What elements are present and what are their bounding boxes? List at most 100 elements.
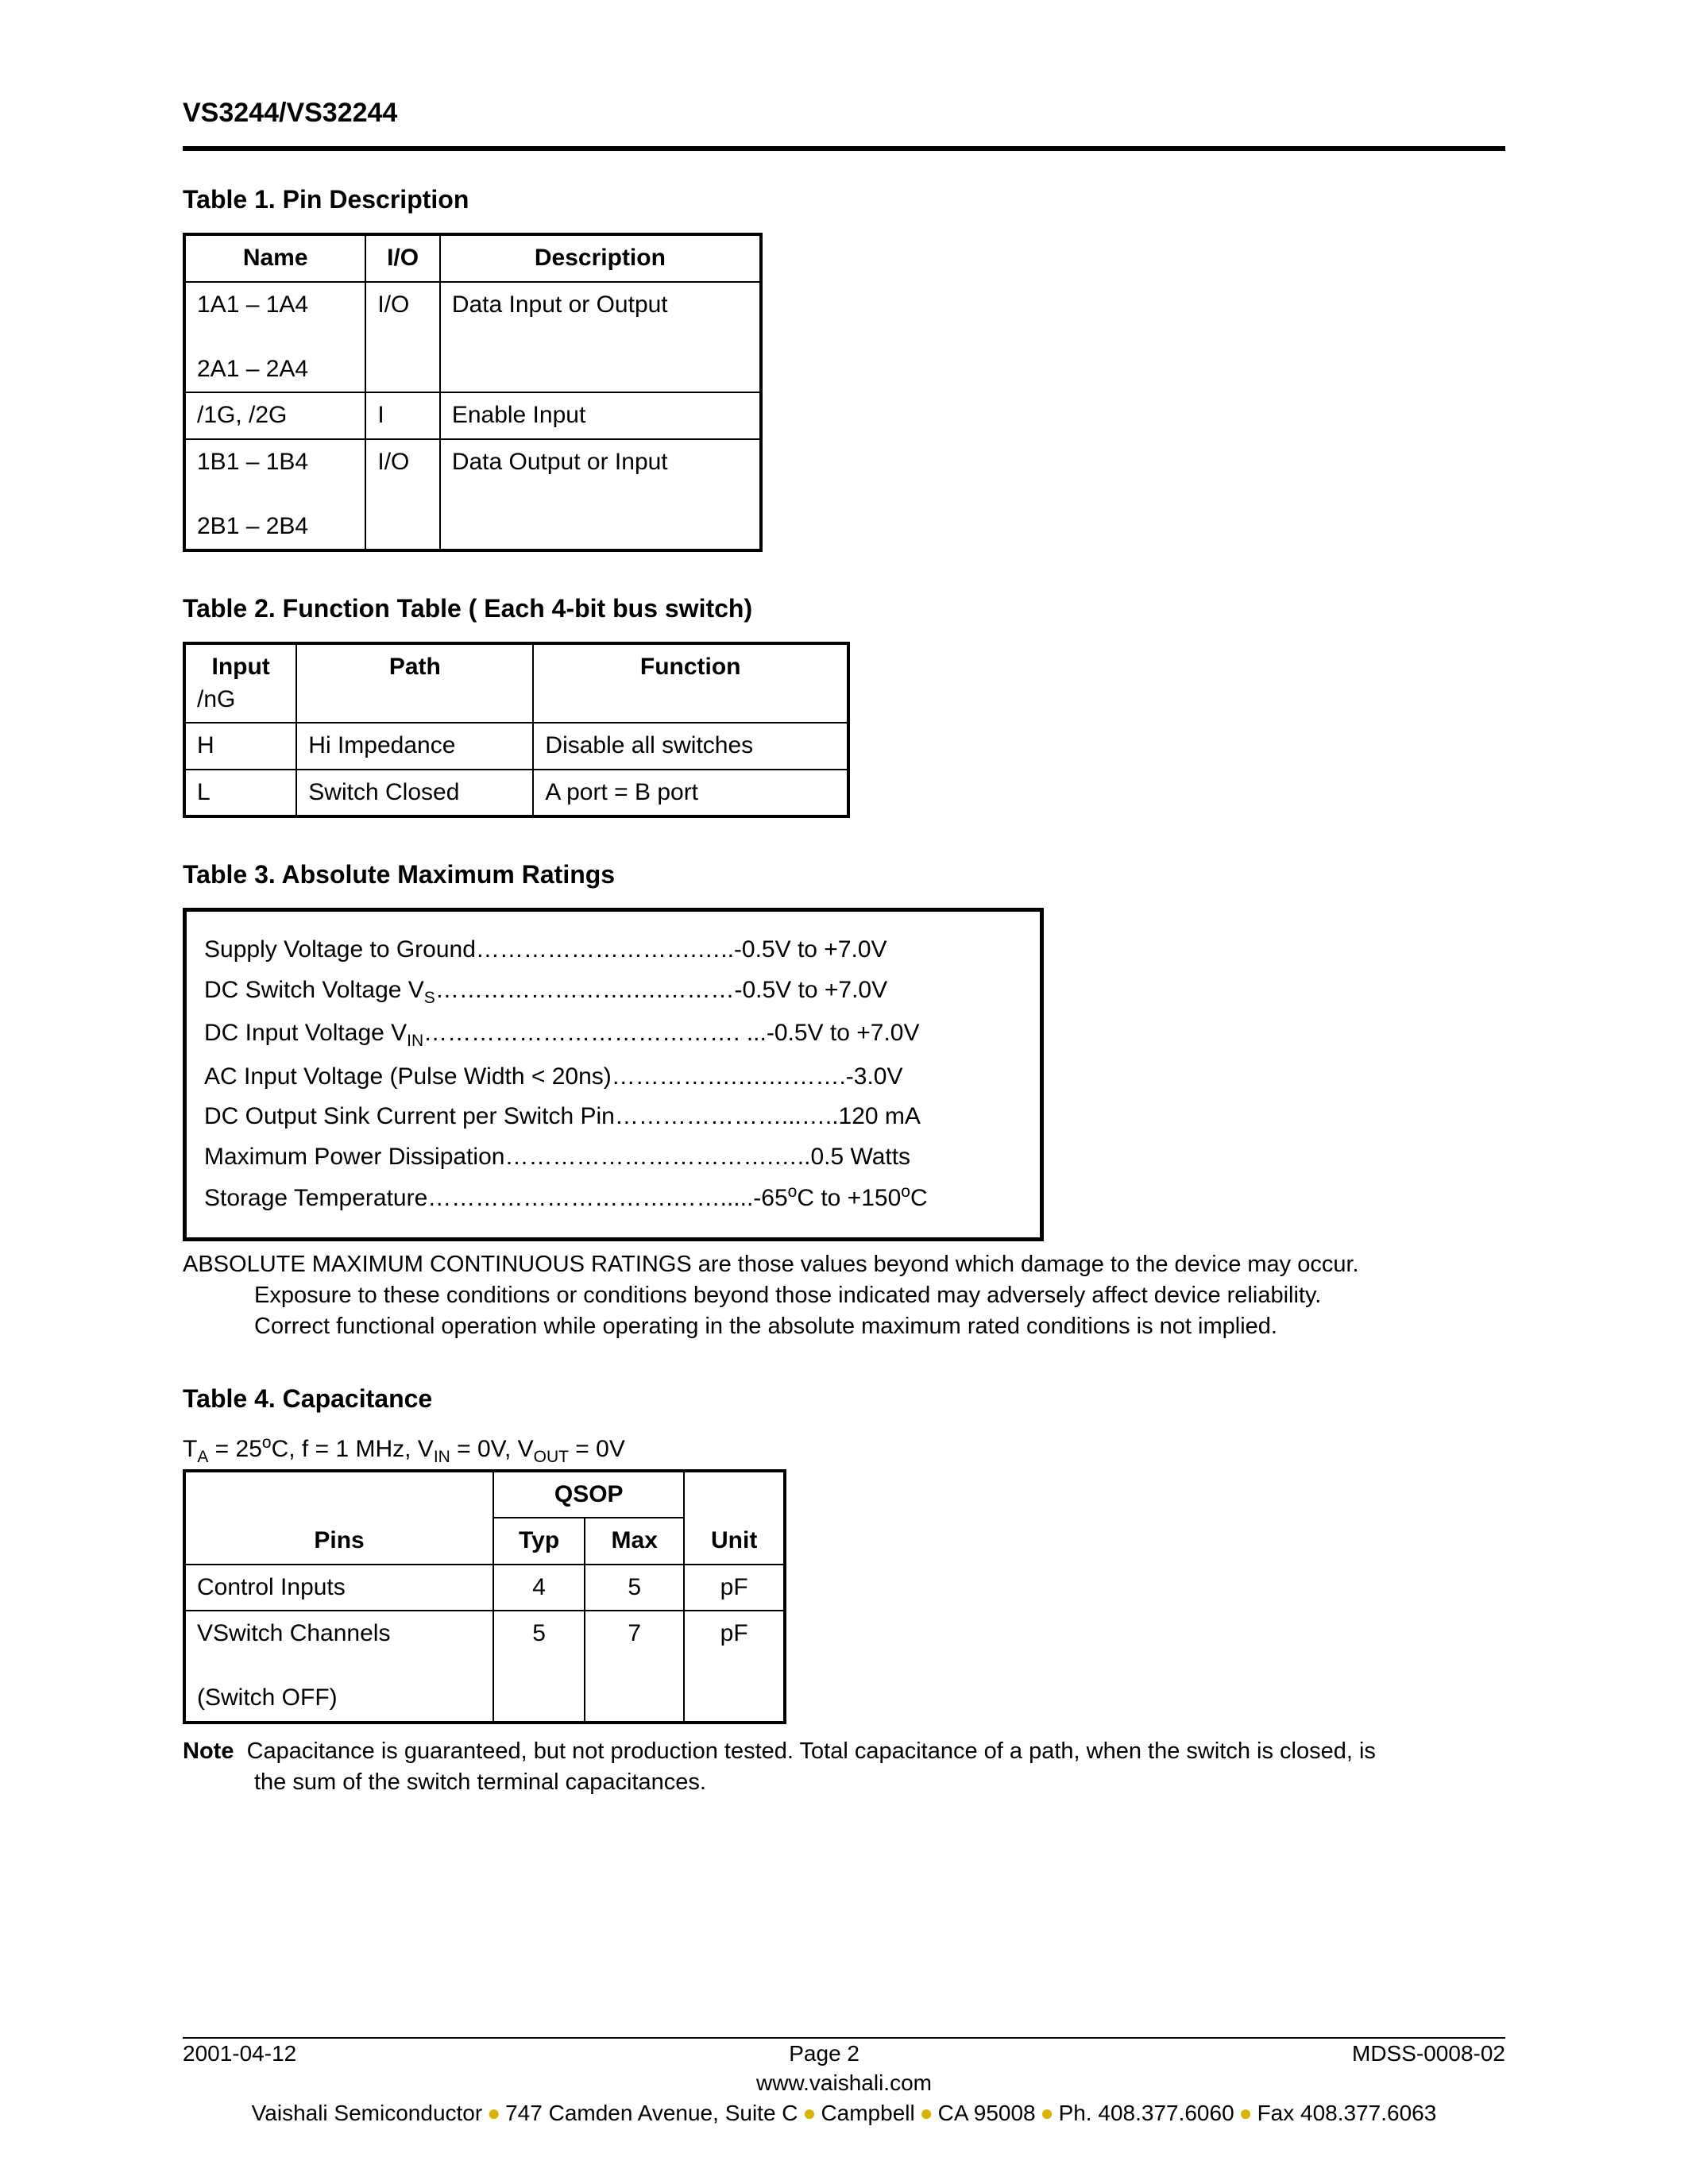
table-row: 1A1 – 1A42A1 – 2A4 I/O Data Input or Out…	[184, 282, 761, 393]
t2-h-input-sub: /nG	[197, 684, 284, 716]
abs-max-note: ABSOLUTE MAXIMUM CONTINUOUS RATINGS are …	[183, 1249, 1505, 1342]
table-row: H Hi Impedance Disable all switches	[184, 723, 848, 770]
txt: C, f = 1 MHz, V	[272, 1436, 434, 1462]
cell: pF	[684, 1611, 785, 1723]
table-row: Control Inputs 4 5 pF	[184, 1565, 785, 1611]
t4-h-pkg: QSOP	[493, 1471, 684, 1518]
cell: Data Output or Input	[440, 439, 761, 551]
t4-h-max: Max	[585, 1518, 684, 1565]
t1-h-name: Name	[184, 234, 365, 282]
capacitance-table: Pins QSOP Unit Typ Max Control Inputs 4 …	[183, 1469, 786, 1724]
addr-part: Vaishali Semiconductor	[252, 2101, 483, 2125]
cell: /1G, /2G	[184, 392, 365, 439]
subscript: A	[197, 1448, 208, 1466]
note-line: Capacitance is guaranteed, but not produ…	[247, 1738, 1376, 1764]
rating-line: AC Input Voltage (Pulse Width < 20ns)…………	[204, 1061, 1022, 1094]
subscript: OUT	[534, 1448, 569, 1466]
superscript: o	[901, 1183, 910, 1201]
rating-line: DC Output Sink Current per Switch Pin…………	[204, 1101, 1022, 1133]
footer-date: 2001-04-12	[183, 2039, 296, 2069]
addr-part: 747 Camden Avenue, Suite C	[505, 2101, 798, 2125]
capacitance-conditions: TA = 25oC, f = 1 MHz, VIN = 0V, VOUT = 0…	[183, 1432, 1505, 1468]
capacitance-note: Note Capacitance is guaranteed, but not …	[183, 1736, 1505, 1798]
txt: …………………………………. ...-0.5V to +7.0V	[423, 1020, 919, 1046]
t4-h-pins: Pins	[184, 1471, 493, 1565]
note-label: Note	[183, 1738, 234, 1764]
abs-max-ratings-box: Supply Voltage to Ground……………………….…..-0.…	[183, 908, 1044, 1241]
footer-address: Vaishali Semiconductor●747 Camden Avenue…	[183, 2098, 1505, 2128]
table3-title: Table 3. Absolute Maximum Ratings	[183, 858, 1505, 892]
cell: Control Inputs	[184, 1565, 493, 1611]
t1-h-io: I/O	[365, 234, 439, 282]
addr-part: Campbell	[821, 2101, 914, 2125]
page-footer: 2001-04-12 Page 2 MDSS-0008-02 www.vaish…	[183, 2037, 1505, 2128]
subscript: S	[424, 989, 435, 1007]
footer-url: www.vaishali.com	[183, 2068, 1505, 2098]
rating-line: DC Switch Voltage VS…………………….….………-0.5V …	[204, 974, 1022, 1009]
rating-line: Storage Temperature………………………….…….....-65…	[204, 1181, 1022, 1215]
table2-title: Table 2. Function Table ( Each 4-bit bus…	[183, 592, 1505, 626]
table-row: /1G, /2G I Enable Input	[184, 392, 761, 439]
rating-line: Supply Voltage to Ground……………………….…..-0.…	[204, 934, 1022, 967]
addr-part: CA 95008	[938, 2101, 1036, 2125]
superscript: o	[262, 1433, 272, 1452]
cell: 5	[585, 1565, 684, 1611]
t2-h-path: Path	[296, 643, 533, 723]
t2-h-func: Function	[533, 643, 848, 723]
cell: pF	[684, 1565, 785, 1611]
cell: I/O	[365, 439, 439, 551]
pin-description-table: Name I/O Description 1A1 – 1A42A1 – 2A4 …	[183, 233, 763, 552]
addr-part: Ph. 408.377.6060	[1059, 2101, 1234, 2125]
cell: Disable all switches	[533, 723, 848, 770]
txt: = 0V	[569, 1436, 625, 1462]
bullet-icon: ●	[915, 2101, 938, 2125]
txt: = 0V, V	[450, 1436, 534, 1462]
footer-page: Page 2	[789, 2039, 859, 2069]
cell: Hi Impedance	[296, 723, 533, 770]
cell: VSwitch Channels	[197, 1620, 390, 1646]
cell: 1B1 – 1B4	[197, 449, 308, 475]
txt: = 25	[208, 1436, 262, 1462]
page-header-title: VS3244/VS32244	[183, 95, 1505, 132]
subscript: IN	[407, 1032, 423, 1050]
superscript: o	[788, 1183, 798, 1201]
t4-h-typ: Typ	[493, 1518, 585, 1565]
subscript: IN	[434, 1448, 450, 1466]
note-line: Exposure to these conditions or conditio…	[254, 1280, 1505, 1311]
datasheet-page: VS3244/VS32244 Table 1. Pin Description …	[0, 0, 1688, 2184]
txt: C	[910, 1185, 928, 1211]
cell: 2A1 – 2A4	[197, 356, 308, 382]
cell: (Switch OFF)	[197, 1684, 338, 1711]
txt: …………………….….………-0.5V to +7.0V	[435, 977, 887, 1003]
cell: 1A1 – 1A4	[197, 291, 308, 318]
note-line: ABSOLUTE MAXIMUM CONTINUOUS RATINGS are …	[183, 1249, 1505, 1280]
header-rule	[183, 146, 1505, 151]
cell: 2B1 – 2B4	[197, 513, 308, 539]
cell: I/O	[365, 282, 439, 393]
cell: Enable Input	[440, 392, 761, 439]
table-row: VSwitch Channels(Switch OFF) 5 7 pF	[184, 1611, 785, 1723]
bullet-icon: ●	[482, 2101, 505, 2125]
t4-h-unit: Unit	[684, 1471, 785, 1565]
t1-h-desc: Description	[440, 234, 761, 282]
table1-title: Table 1. Pin Description	[183, 183, 1505, 217]
table-row: L Switch Closed A port = B port	[184, 770, 848, 817]
note-line: Correct functional operation while opera…	[254, 1311, 1505, 1342]
txt: C to +150	[797, 1185, 901, 1211]
bullet-icon: ●	[1234, 2101, 1257, 2125]
note-line: the sum of the switch terminal capacitan…	[254, 1767, 1505, 1798]
bullet-icon: ●	[798, 2101, 821, 2125]
cell: H	[184, 723, 296, 770]
footer-doc: MDSS-0008-02	[1352, 2039, 1505, 2069]
cell: Switch Closed	[296, 770, 533, 817]
cell: I	[365, 392, 439, 439]
table-row: 1B1 – 1B4 2B1 – 2B4 I/O Data Output or In…	[184, 439, 761, 551]
function-table: Input /nG Path Function H Hi Impedance D…	[183, 642, 850, 818]
cell: L	[184, 770, 296, 817]
txt: DC Input Voltage V	[204, 1020, 407, 1046]
txt: DC Switch Voltage V	[204, 977, 424, 1003]
cell: 5	[493, 1611, 585, 1723]
cell: A port = B port	[533, 770, 848, 817]
rating-line: DC Input Voltage VIN…………………………………. ...-0…	[204, 1017, 1022, 1052]
t2-h-input: Input	[197, 651, 284, 684]
